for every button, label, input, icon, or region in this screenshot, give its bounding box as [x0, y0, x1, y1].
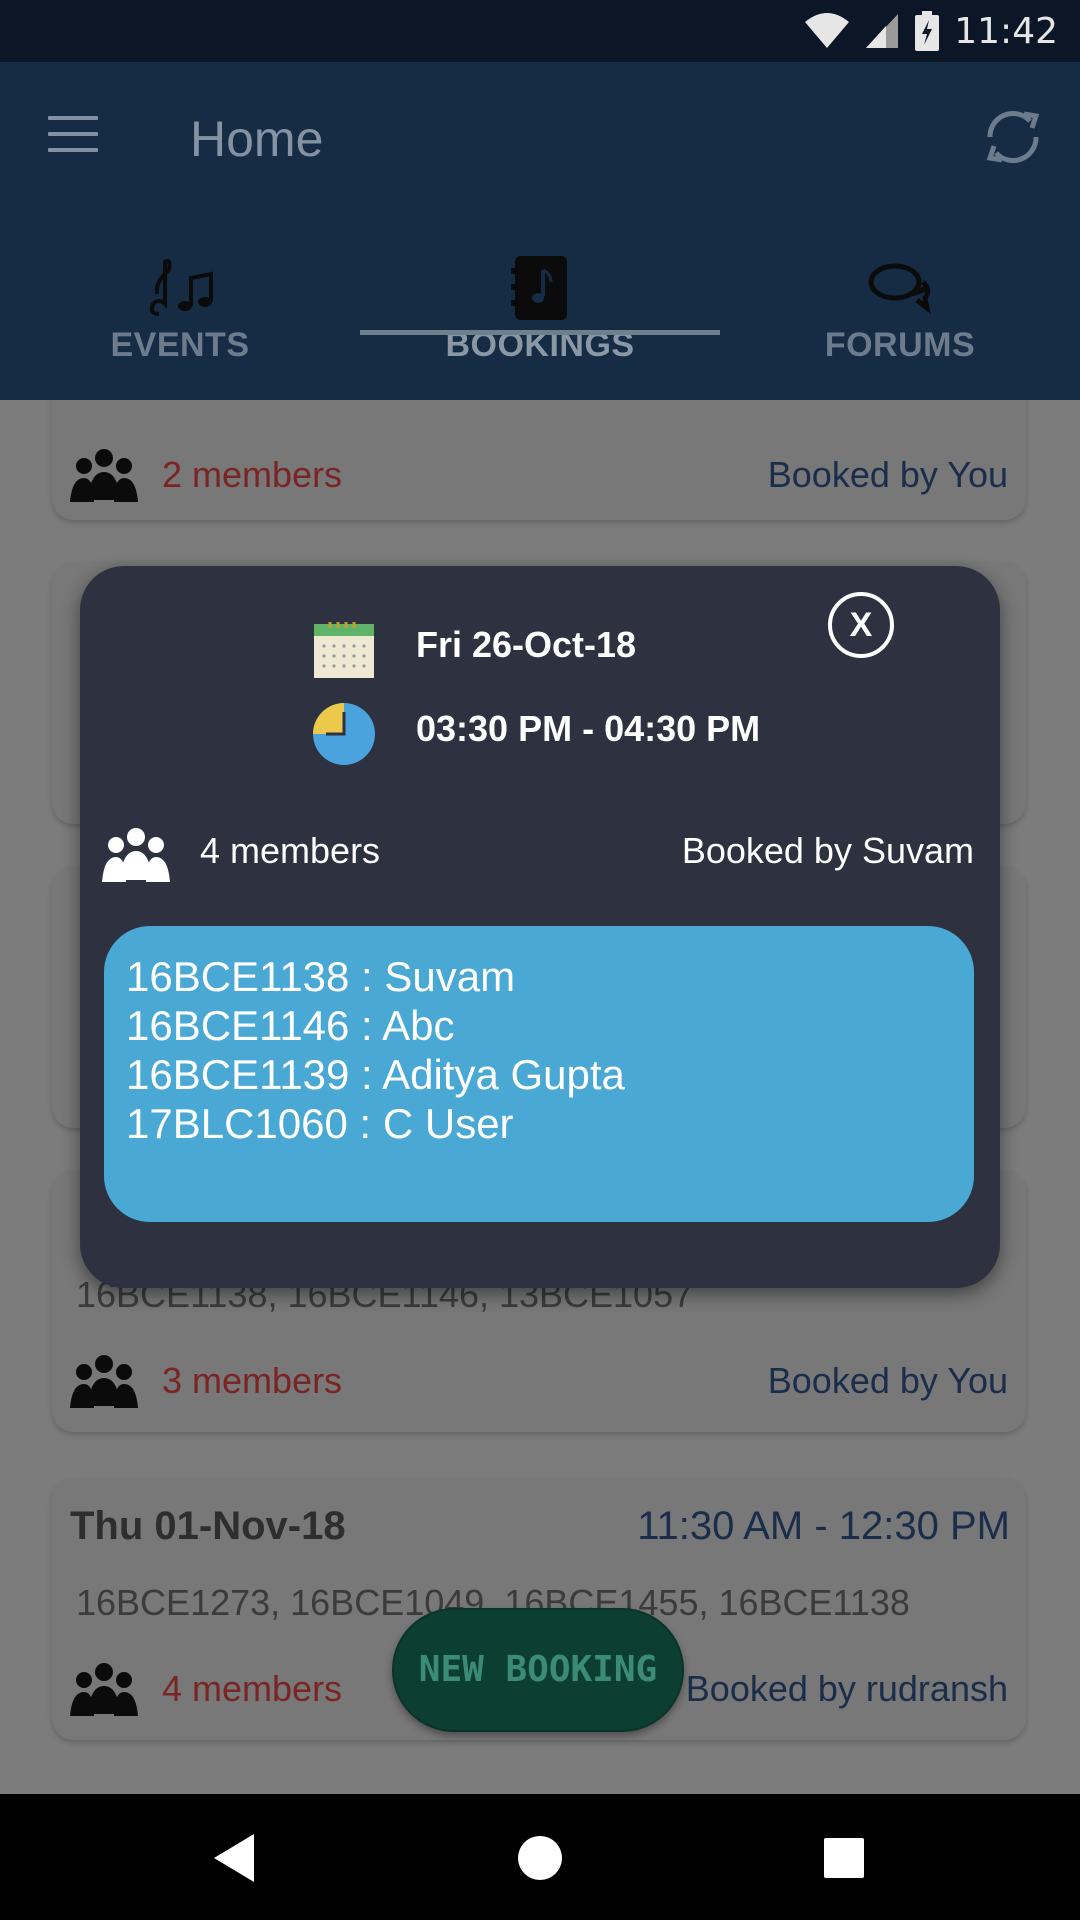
menu-icon[interactable] [48, 116, 98, 152]
dialog-members-count: 4 members [200, 830, 381, 871]
booking-time: 11:30 AM - 12:30 PM [637, 1504, 1010, 1548]
booking-date: Thu 01-Nov-18 [70, 1504, 346, 1548]
music-book-icon [511, 256, 567, 320]
signal-icon [866, 14, 899, 48]
status-time: 11:42 [954, 10, 1058, 52]
booking-card[interactable]: 2 members Booked by You [52, 400, 1026, 520]
group-icon [102, 828, 170, 882]
member-list-item: 16BCE1139 : Aditya Gupta [126, 1051, 625, 1098]
new-booking-button[interactable]: NEW BOOKING [392, 1608, 684, 1732]
member-list-item: 16BCE1146 : Abc [126, 1002, 455, 1049]
chat-bubbles-icon [868, 263, 931, 315]
tab-bookings[interactable]: BOOKINGS [360, 234, 720, 400]
clock-icon [313, 703, 375, 765]
system-nav-bar [0, 1794, 1080, 1920]
recents-icon[interactable] [816, 1830, 872, 1886]
tab-events-label: EVENTS [110, 326, 250, 364]
tab-bar: EVENTS BOOKINGS FORUMS [0, 234, 1080, 400]
member-list-item: 17BLC1060 : C User [126, 1100, 514, 1147]
group-icon [70, 1663, 138, 1716]
status-bar: 11:42 [0, 0, 1080, 62]
close-button[interactable]: X [828, 592, 894, 658]
group-icon [70, 449, 138, 502]
tab-forums[interactable]: FORUMS [720, 234, 1080, 400]
booked-by: Booked by You [767, 454, 1008, 495]
app-bar: Home EVENTS BOOKINGS FORUMS [0, 62, 1080, 400]
members-count: 2 members [162, 454, 343, 495]
dialog-date: Fri 26-Oct-18 [416, 624, 637, 665]
dialog-time: 03:30 PM - 04:30 PM [416, 708, 761, 749]
home-icon[interactable] [512, 1830, 568, 1886]
members-count: 4 members [162, 1668, 343, 1709]
booked-by: Booked by rudransh [685, 1668, 1008, 1709]
booked-by: Booked by You [767, 1360, 1008, 1401]
calendar-icon [314, 622, 374, 678]
page-title: Home [190, 111, 324, 167]
tab-forums-label: FORUMS [824, 326, 976, 364]
music-notes-icon [149, 259, 213, 316]
member-list-item: 16BCE1138 : Suvam [126, 953, 516, 1000]
back-icon[interactable] [206, 1830, 262, 1886]
member-list: 16BCE1138 : Suvam 16BCE1146 : Abc 16BCE1… [104, 926, 974, 1222]
close-label: X [849, 606, 873, 644]
active-tab-indicator [360, 330, 720, 335]
members-count: 3 members [162, 1360, 343, 1401]
refresh-icon[interactable] [978, 102, 1048, 172]
tab-events[interactable]: EVENTS [0, 234, 360, 400]
dialog-booked-by: Booked by Suvam [681, 830, 974, 871]
group-icon [70, 1355, 138, 1408]
new-booking-label: NEW BOOKING [418, 1649, 658, 1690]
battery-charging-icon [915, 11, 940, 51]
wifi-icon [805, 13, 850, 48]
